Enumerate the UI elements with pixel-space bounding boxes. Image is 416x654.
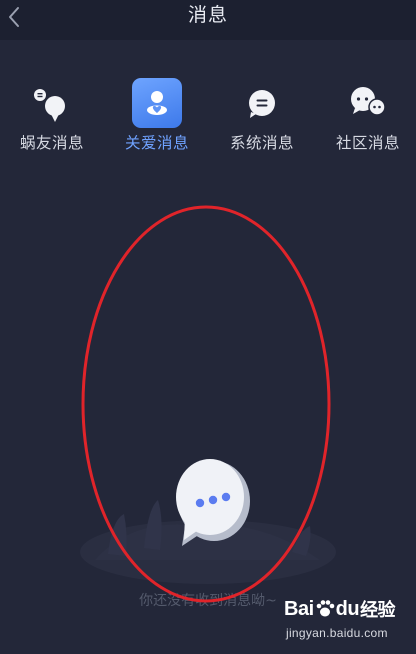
watermark-brand-cn: 经验 [360,600,396,620]
baidu-jingyan-watermark: Bai du 经验 jingyan.baidu.com [284,596,408,646]
watermark-brand-mid: du [335,597,360,620]
watermark-logo: Bai du 经验 [284,596,396,622]
chat-bubble-illustration [80,459,336,584]
watermark-url: jingyan.baidu.com [286,626,388,640]
watermark-brand: Bai [284,597,314,620]
paw-icon [316,600,334,617]
